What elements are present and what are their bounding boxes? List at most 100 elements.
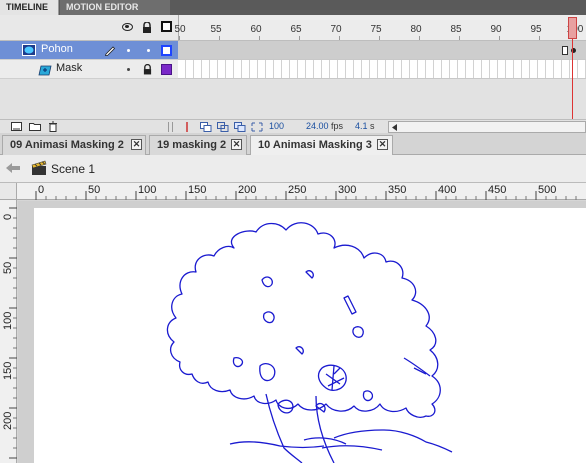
ruler-corner	[0, 183, 17, 200]
layer-row-mask[interactable]: Mask	[0, 60, 178, 79]
doc-tab-label: 10 Animasi Masking 3	[258, 139, 372, 151]
ruler-label: 400	[438, 184, 457, 196]
ruler-label: 100	[138, 184, 157, 196]
ruler-label: 250	[288, 184, 307, 196]
current-frame-value[interactable]: 100	[269, 121, 284, 131]
close-icon[interactable]: ✕	[231, 139, 242, 150]
outline-icon[interactable]	[161, 45, 172, 56]
frame-number: 80	[410, 24, 422, 35]
frame-number: 75	[370, 24, 382, 35]
modify-markers-icon[interactable]	[251, 122, 263, 132]
elapsed-time-value[interactable]: 4.1	[355, 121, 368, 131]
new-folder-icon[interactable]	[29, 122, 41, 131]
doc-tab-active[interactable]: 10 Animasi Masking 3 ✕	[250, 135, 393, 155]
delete-icon[interactable]	[48, 121, 58, 132]
frame-row-mask[interactable]	[178, 60, 586, 79]
ruler-label: 0	[2, 213, 14, 220]
outline-icon[interactable]	[161, 64, 172, 75]
close-icon[interactable]: ✕	[131, 139, 142, 150]
tick	[259, 36, 260, 40]
fps-unit: fps	[331, 121, 344, 131]
frame-number: 85	[450, 24, 462, 35]
ruler-label: 150	[188, 184, 207, 196]
onion-skin-icon[interactable]	[200, 122, 212, 132]
visibility-dot[interactable]	[127, 68, 130, 71]
keyframe[interactable]	[562, 46, 568, 55]
tick	[379, 36, 380, 40]
tick	[459, 36, 460, 40]
scene-label[interactable]: Scene 1	[51, 162, 95, 176]
tick	[419, 36, 420, 40]
frame-number: 60	[250, 24, 262, 35]
pencil-icon	[104, 46, 116, 56]
back-arrow-icon[interactable]	[6, 163, 20, 173]
ruler-label: 200	[2, 411, 14, 430]
edit-bar: Scene 1	[0, 155, 586, 183]
layer-list-empty	[0, 79, 178, 119]
layer-icon	[38, 65, 52, 76]
doc-tab[interactable]: 19 masking 2 ✕	[149, 135, 247, 155]
tick	[219, 36, 220, 40]
frame-number: 65	[290, 24, 302, 35]
fps-value[interactable]: 24.00	[306, 121, 329, 131]
layer-header	[0, 15, 178, 41]
time-unit: s	[370, 121, 375, 131]
tree-outline-drawing[interactable]	[34, 208, 586, 463]
tick	[499, 36, 500, 40]
visibility-dot[interactable]	[127, 49, 130, 52]
ruler-label: 100	[2, 311, 14, 330]
doc-tab[interactable]: 09 Animasi Masking 2 ✕	[2, 135, 146, 155]
close-icon[interactable]: ✕	[377, 139, 388, 150]
frame-number: 50	[174, 24, 186, 35]
layer-name[interactable]: Mask	[56, 62, 82, 74]
tick	[179, 36, 180, 40]
lock-dot[interactable]	[147, 49, 150, 52]
stage[interactable]	[34, 208, 586, 463]
ruler-label: 50	[88, 184, 101, 196]
document-tab-bar: 09 Animasi Masking 2 ✕ 19 masking 2 ✕ 10…	[0, 133, 586, 155]
eye-icon[interactable]	[122, 23, 133, 31]
playhead-line	[572, 39, 573, 131]
doc-tab-label: 09 Animasi Masking 2	[10, 139, 124, 151]
frame-number: 95	[530, 24, 542, 35]
new-layer-icon[interactable]	[11, 122, 22, 131]
horizontal-scrollbar[interactable]	[388, 121, 586, 133]
horizontal-ruler[interactable]: 0 50 100 150 200 250 300 350 400 450 500	[17, 183, 586, 200]
tick	[299, 36, 300, 40]
frames-area[interactable]	[178, 41, 586, 119]
scene-icon	[31, 160, 47, 175]
doc-tab-label: 19 masking 2	[157, 139, 227, 151]
ruler-label: 0	[38, 184, 45, 196]
center-frame-icon[interactable]	[183, 122, 191, 132]
lock-icon[interactable]	[143, 64, 152, 75]
scroll-left-icon[interactable]	[392, 124, 398, 131]
edit-multiple-frames-icon[interactable]	[234, 122, 246, 132]
panel-tab-bar: TIMELINE MOTION EDITOR	[0, 0, 586, 15]
frame-row-pohon[interactable]	[178, 41, 586, 60]
layer-name[interactable]: Pohon	[41, 43, 73, 55]
frame-ruler[interactable]: 50 55 60 65 70 75 80 85 90 95 100	[174, 15, 586, 41]
ruler-label: 150	[2, 361, 14, 380]
tick	[339, 36, 340, 40]
ruler-label: 350	[388, 184, 407, 196]
ruler-label: 500	[538, 184, 557, 196]
ruler-label: 200	[238, 184, 257, 196]
frame-number: 70	[330, 24, 342, 35]
timeline-footer: 100 24.00 fps 4.1 s	[0, 119, 586, 133]
playhead[interactable]	[568, 17, 577, 39]
lock-icon[interactable]	[142, 22, 152, 33]
vertical-ruler[interactable]: 0 50 100 150 200	[0, 200, 17, 463]
mask-layer-icon	[22, 44, 36, 56]
ruler-label: 300	[338, 184, 357, 196]
divider	[172, 122, 173, 132]
tab-motion-editor[interactable]: MOTION EDITOR	[60, 0, 170, 15]
tab-timeline[interactable]: TIMELINE	[0, 0, 59, 15]
frame-number: 55	[210, 24, 222, 35]
frame-number: 90	[490, 24, 502, 35]
onion-outlines-icon[interactable]	[217, 122, 229, 132]
ruler-label: 450	[488, 184, 507, 196]
tick	[539, 36, 540, 40]
divider	[168, 122, 169, 132]
layer-row-pohon[interactable]: Pohon	[0, 41, 178, 60]
ruler-label: 50	[2, 261, 14, 274]
